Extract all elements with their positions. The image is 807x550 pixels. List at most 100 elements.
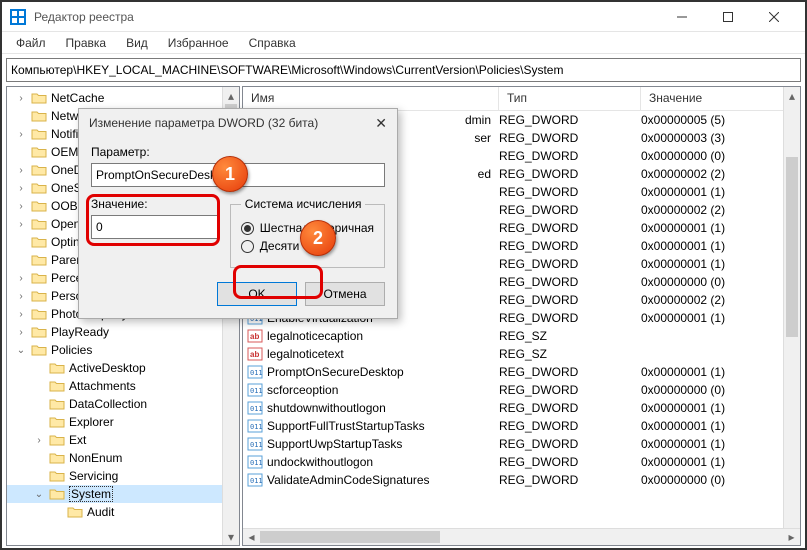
tree-label: Explorer [69,415,114,429]
scroll-left-icon[interactable]: ◂ [243,530,260,544]
expander-icon[interactable]: › [15,93,27,104]
row-name: shutdownwithoutlogon [267,401,386,415]
menu-view[interactable]: Вид [118,34,156,52]
reg-dword-icon: 011 [247,365,263,379]
row-type: REG_DWORD [499,455,641,469]
tree-node-policies[interactable]: ⌄Policies [7,341,239,359]
column-value[interactable]: Значение [641,87,800,110]
row-value: 0x00000001 (1) [641,185,800,199]
folder-icon [31,127,47,141]
row-type: REG_DWORD [499,185,641,199]
ok-button[interactable]: OK [217,282,297,306]
expander-icon[interactable]: ⌄ [15,345,27,356]
registry-row[interactable]: 011SupportUwpStartupTasksREG_DWORD0x0000… [243,435,800,453]
value-input[interactable] [91,215,218,239]
column-type[interactable]: Тип [499,87,641,110]
expander-icon[interactable]: › [15,327,27,338]
tree-node-activedesktop[interactable]: ActiveDesktop [7,359,239,377]
list-hscrollbar[interactable]: ◂ ▸ [243,528,800,545]
registry-row[interactable]: 011scforceoptionREG_DWORD0x00000000 (0) [243,381,800,399]
expander-icon[interactable]: › [15,201,27,212]
row-type: REG_SZ [499,347,641,361]
callout-1: 1 [212,156,248,192]
row-type: REG_DWORD [499,167,641,181]
minimize-button[interactable] [659,2,705,32]
tree-node-netcache[interactable]: ›NetCache [7,89,239,107]
svg-text:011: 011 [250,387,263,395]
row-type: REG_DWORD [499,131,641,145]
tree-node-playready[interactable]: ›PlayReady [7,323,239,341]
row-name: ed [478,167,491,181]
tree-node-nonenum[interactable]: NonEnum [7,449,239,467]
expander-icon[interactable]: › [15,165,27,176]
row-type: REG_DWORD [499,473,641,487]
folder-icon [49,415,65,429]
scroll-up-icon[interactable]: ▴ [784,87,800,104]
row-name: SupportUwpStartupTasks [267,437,402,451]
dialog-titlebar[interactable]: Изменение параметра DWORD (32 бита) ✕ [79,109,397,137]
expander-icon[interactable]: ⌄ [33,489,45,500]
cancel-button[interactable]: Отмена [305,282,385,306]
scroll-thumb[interactable] [786,157,798,337]
menu-favorites[interactable]: Избранное [160,34,237,52]
expander-icon[interactable]: › [15,219,27,230]
scroll-down-icon[interactable]: ▾ [223,528,239,545]
registry-row[interactable]: 011SupportFullTrustStartupTasksREG_DWORD… [243,417,800,435]
expander-icon[interactable]: › [15,129,27,140]
menu-edit[interactable]: Правка [58,34,115,52]
tree-node-explorer[interactable]: Explorer [7,413,239,431]
list-scrollbar[interactable]: ▴ ▾ [783,87,800,545]
folder-icon [49,361,65,375]
menu-file[interactable]: Файл [8,34,54,52]
row-value: 0x00000002 (2) [641,203,800,217]
tree-label: Attachments [69,379,136,393]
radio-dec[interactable] [241,240,254,253]
close-button[interactable] [751,2,797,32]
expander-icon[interactable]: › [15,309,27,320]
row-value: 0x00000000 (0) [641,473,800,487]
tree-node-audit[interactable]: Audit [7,503,239,521]
svg-text:011: 011 [250,369,263,377]
tree-node-ext[interactable]: ›Ext [7,431,239,449]
row-name: SupportFullTrustStartupTasks [267,419,425,433]
row-name: ValidateAdminCodeSignatures [267,473,430,487]
menu-help[interactable]: Справка [241,34,304,52]
row-value: 0x00000003 (3) [641,131,800,145]
dialog-close-icon[interactable]: ✕ [375,115,387,132]
registry-row[interactable]: 011 ValidateAdminCodeSignatures REG_DWORD0… [243,471,800,489]
row-value: 0x00000001 (1) [641,221,800,235]
registry-row[interactable]: 011undockwithoutlogonREG_DWORD0x00000001… [243,453,800,471]
tree-label: Audit [87,505,114,519]
expander-icon[interactable]: › [15,291,27,302]
tree-node-attachments[interactable]: Attachments [7,377,239,395]
folder-icon [31,289,47,303]
registry-row[interactable]: 011PromptOnSecureDesktopREG_DWORD0x00000… [243,363,800,381]
maximize-button[interactable] [705,2,751,32]
scroll-right-icon[interactable]: ▸ [783,530,800,544]
folder-icon [31,199,47,213]
scroll-up-icon[interactable]: ▴ [223,87,239,104]
row-type: REG_DWORD [499,383,641,397]
hscroll-thumb[interactable] [260,531,440,543]
radio-hex[interactable] [241,222,254,235]
registry-row[interactable]: ablegalnoticecaptionREG_SZ [243,327,800,345]
registry-row[interactable]: ablegalnoticetextREG_SZ [243,345,800,363]
expander-icon[interactable]: › [15,273,27,284]
tree-node-datacollection[interactable]: DataCollection [7,395,239,413]
expander-icon[interactable]: › [15,183,27,194]
expander-icon[interactable]: › [33,435,45,446]
column-name[interactable]: Имя [243,87,499,110]
reg-dword-icon: 011 [247,455,263,469]
edit-dword-dialog: Изменение параметра DWORD (32 бита) ✕ Па… [78,108,398,319]
tree-node-system[interactable]: ⌄ System [7,485,239,503]
registry-row[interactable]: 011shutdownwithoutlogonREG_DWORD0x000000… [243,399,800,417]
address-bar[interactable]: Компьютер\HKEY_LOCAL_MACHINE\SOFTWARE\Mi… [6,58,801,82]
tree-node-servicing[interactable]: Servicing [7,467,239,485]
row-value: 0x00000000 (0) [641,275,800,289]
tree-label: Servicing [69,469,118,483]
tree-label: System [69,486,113,502]
reg-dword-icon: 011 [247,437,263,451]
svg-text:011: 011 [250,477,263,485]
folder-icon [31,307,47,321]
row-type: REG_DWORD [499,419,641,433]
